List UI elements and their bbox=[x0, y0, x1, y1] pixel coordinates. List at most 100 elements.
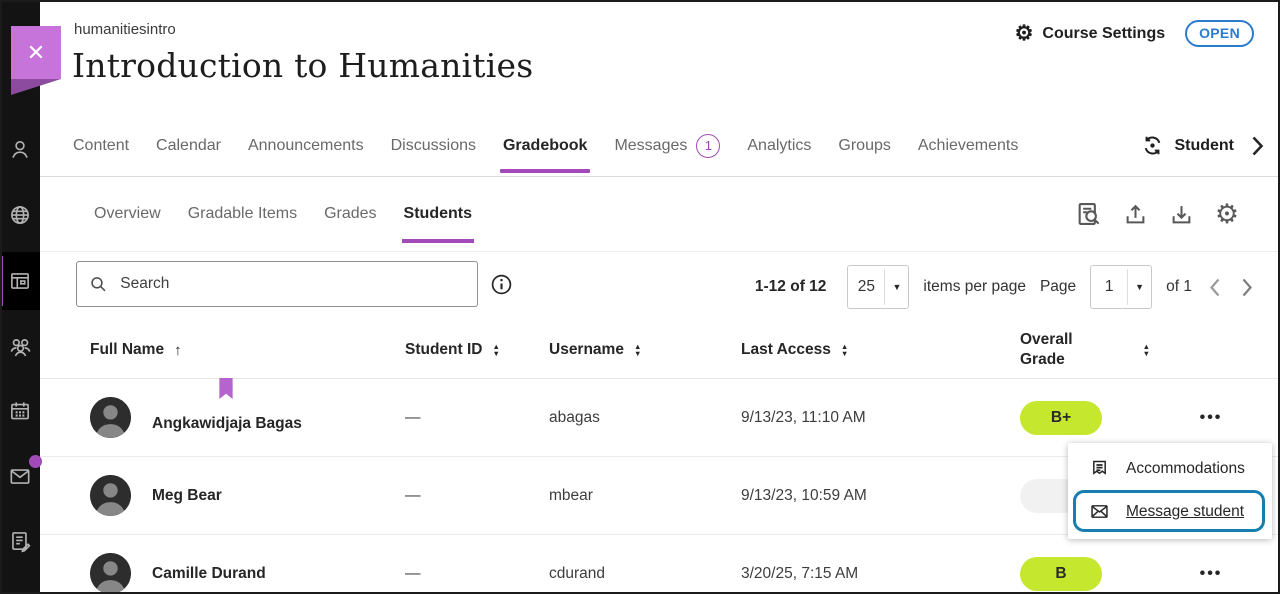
tab-messages[interactable]: Messages 1 bbox=[614, 115, 720, 176]
messages-badge-dot bbox=[29, 455, 42, 468]
menu-item-accommodations[interactable]: Accommodations bbox=[1068, 447, 1272, 490]
tab-analytics[interactable]: Analytics bbox=[747, 115, 811, 176]
caret-down-icon: ▼ bbox=[1128, 282, 1151, 292]
tab-groups[interactable]: Groups bbox=[838, 115, 890, 176]
tab-messages-label: Messages bbox=[614, 137, 687, 155]
download-icon[interactable] bbox=[1166, 199, 1196, 229]
info-icon[interactable] bbox=[490, 273, 513, 301]
close-course-button[interactable]: ✕ bbox=[11, 26, 61, 95]
username-value: cdurand bbox=[549, 565, 741, 583]
menu-item-message-student[interactable]: Message student bbox=[1068, 490, 1272, 533]
activity-log-icon[interactable] bbox=[0, 512, 40, 570]
table-header-row: Full Name ↑ Student ID ▲▼ Username ▲▼ La… bbox=[40, 322, 1280, 379]
courses-icon[interactable] bbox=[0, 252, 40, 310]
column-header-full-name[interactable]: Full Name ↑ bbox=[90, 341, 405, 359]
nav-expand-chevron[interactable] bbox=[1251, 135, 1264, 157]
chevron-right-icon bbox=[1251, 135, 1264, 157]
overall-grade-pill[interactable]: B+ bbox=[1020, 401, 1102, 435]
next-page-button[interactable] bbox=[1238, 277, 1256, 298]
globe-icon[interactable] bbox=[0, 186, 40, 244]
column-header-student-id[interactable]: Student ID ▲▼ bbox=[405, 341, 549, 359]
overall-grade-label: Overall Grade bbox=[1020, 330, 1082, 370]
student-preview-label: Student bbox=[1174, 137, 1234, 155]
calendar-icon[interactable] bbox=[0, 382, 40, 440]
previous-page-button[interactable] bbox=[1206, 277, 1224, 298]
tab-content[interactable]: Content bbox=[73, 115, 129, 176]
username-value: abagas bbox=[549, 409, 741, 427]
caret-down-icon: ▼ bbox=[885, 282, 908, 292]
avatar bbox=[90, 397, 131, 438]
page-label: Page bbox=[1040, 278, 1076, 296]
tab-announcements[interactable]: Announcements bbox=[248, 115, 364, 176]
student-list-toolbar: 1-12 of 12 25 ▼ items per page Page 1 ▼ … bbox=[40, 252, 1280, 322]
message-student-label: Message student bbox=[1126, 503, 1244, 521]
messages-count-badge: 1 bbox=[696, 134, 720, 158]
row-options-button[interactable]: ••• bbox=[1194, 561, 1229, 587]
bookmark-flag-icon bbox=[218, 378, 234, 399]
course-page: ✕ humanitiesintro Introduction to Humani… bbox=[0, 0, 1280, 594]
page-size-value: 25 bbox=[848, 269, 885, 305]
tab-gradebook[interactable]: Gradebook bbox=[503, 115, 587, 176]
column-header-overall-grade[interactable]: Overall Grade ▲▼ bbox=[1020, 330, 1160, 370]
student-name: Camille Durand bbox=[152, 565, 266, 583]
page-title: Introduction to Humanities bbox=[72, 46, 533, 85]
column-header-username[interactable]: Username ▲▼ bbox=[549, 341, 741, 359]
tab-achievements[interactable]: Achievements bbox=[918, 115, 1019, 176]
subtab-gradable-items[interactable]: Gradable Items bbox=[188, 177, 297, 251]
last-access-value: 3/20/25, 7:15 AM bbox=[741, 565, 1020, 583]
course-header: humanitiesintro Introduction to Humaniti… bbox=[40, 0, 1280, 115]
student-preview-icon bbox=[1140, 133, 1165, 158]
student-preview-button[interactable]: Student bbox=[1140, 133, 1234, 158]
table-row: Camille Durand — cdurand 3/20/25, 7:15 A… bbox=[40, 535, 1280, 594]
student-id-value: — bbox=[405, 409, 549, 427]
last-access-value: 9/13/23, 11:10 AM bbox=[741, 409, 1020, 427]
page-number-select[interactable]: 1 ▼ bbox=[1090, 265, 1152, 309]
messages-icon[interactable] bbox=[0, 447, 40, 505]
last-access-label: Last Access bbox=[741, 341, 831, 359]
subtab-students[interactable]: Students bbox=[404, 177, 472, 251]
sort-icon: ▲▼ bbox=[493, 344, 500, 356]
open-status-badge[interactable]: OPEN bbox=[1185, 20, 1254, 47]
page-size-select[interactable]: 25 ▼ bbox=[847, 265, 909, 309]
bookmark-fold bbox=[11, 79, 61, 95]
organizations-icon[interactable] bbox=[0, 317, 40, 375]
page-total-label: of 1 bbox=[1166, 278, 1192, 296]
items-per-page-label: items per page bbox=[923, 278, 1026, 296]
avatar bbox=[90, 475, 131, 516]
last-access-value: 9/13/23, 10:59 AM bbox=[741, 487, 1020, 505]
student-id-value: — bbox=[405, 565, 549, 583]
student-id-label: Student ID bbox=[405, 341, 483, 359]
avatar bbox=[90, 553, 131, 594]
gradebook-settings-icon[interactable]: ⚙ bbox=[1212, 199, 1242, 229]
row-options-menu: Accommodations Message student bbox=[1068, 443, 1272, 539]
chevron-left-icon bbox=[1209, 277, 1221, 298]
page-number-value: 1 bbox=[1091, 269, 1128, 305]
course-code: humanitiesintro bbox=[74, 21, 176, 38]
sort-icon: ▲▼ bbox=[1143, 344, 1150, 356]
course-settings-label: Course Settings bbox=[1042, 25, 1165, 43]
course-settings-button[interactable]: ⚙ Course Settings bbox=[1015, 23, 1166, 44]
subtab-grades[interactable]: Grades bbox=[324, 177, 376, 251]
row-options-button[interactable]: ••• bbox=[1194, 405, 1229, 431]
accommodations-icon bbox=[1089, 458, 1110, 479]
student-activity-report-icon[interactable] bbox=[1074, 199, 1104, 229]
username-label: Username bbox=[549, 341, 624, 359]
student-name: Meg Bear bbox=[152, 487, 222, 505]
column-header-last-access[interactable]: Last Access ▲▼ bbox=[741, 341, 1020, 359]
tab-calendar[interactable]: Calendar bbox=[156, 115, 221, 176]
search-input[interactable] bbox=[118, 274, 465, 294]
chevron-right-icon bbox=[1241, 277, 1253, 298]
overall-grade-pill[interactable]: B bbox=[1020, 557, 1102, 591]
profile-icon[interactable] bbox=[0, 121, 40, 179]
tab-discussions[interactable]: Discussions bbox=[391, 115, 476, 176]
sort-icon: ▲▼ bbox=[634, 344, 641, 356]
student-name: Angkawidjaja Bagas bbox=[152, 402, 302, 433]
subtab-overview[interactable]: Overview bbox=[94, 177, 161, 251]
course-nav: Content Calendar Announcements Discussio… bbox=[40, 115, 1280, 177]
search-box bbox=[76, 261, 478, 307]
username-value: mbear bbox=[549, 487, 741, 505]
student-id-value: — bbox=[405, 487, 549, 505]
gradebook-subnav: Overview Gradable Items Grades Students … bbox=[40, 177, 1280, 252]
upload-icon[interactable] bbox=[1120, 199, 1150, 229]
close-icon: ✕ bbox=[27, 40, 45, 66]
